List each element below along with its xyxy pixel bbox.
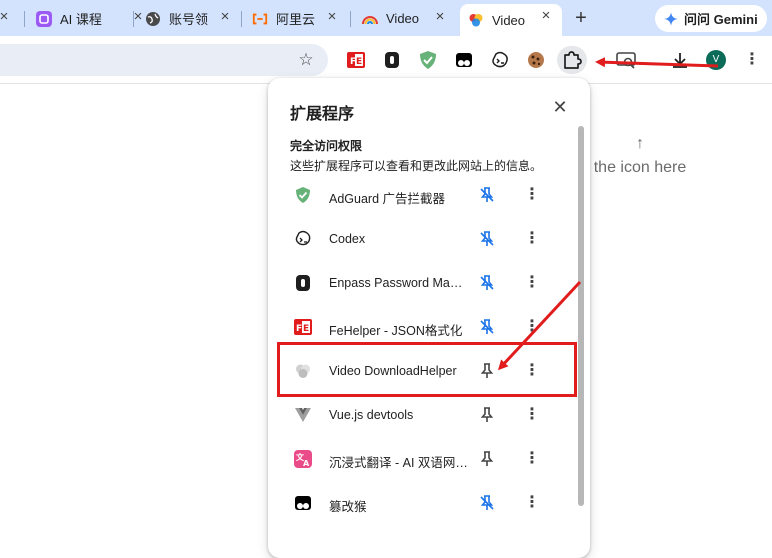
unpin-icon[interactable]: [478, 274, 496, 292]
extension-name: FeHelper - JSON格式化: [329, 324, 463, 338]
tab-ai-course[interactable]: AI 课程 ×: [36, 5, 154, 32]
tab-close-icon[interactable]: ×: [432, 9, 448, 25]
panel-title: 扩展程序: [290, 106, 355, 123]
extension-name: AdGuard 广告拦截器: [329, 192, 446, 206]
codex-icon: [295, 230, 311, 246]
extensions-panel: 扩展程序 ✕ 完全访问权限 这些扩展程序可以查看和更改此网站上的信息。 AdGu…: [268, 78, 590, 558]
tab-close-icon[interactable]: ×: [0, 9, 12, 25]
gemini-icon: [664, 11, 678, 26]
page-hint-text: the icon here: [593, 159, 687, 176]
new-tab-button[interactable]: +: [571, 8, 591, 29]
puzzle-icon: [564, 51, 582, 69]
unpin-icon[interactable]: [478, 494, 496, 512]
tab-label: Video: [492, 12, 526, 28]
tab-close-icon[interactable]: ×: [217, 9, 233, 25]
pin-icon[interactable]: [478, 406, 496, 424]
tab-label: Video: [386, 11, 420, 26]
address-bar[interactable]: [0, 44, 328, 76]
extensions-puzzle-button[interactable]: [557, 46, 587, 74]
bookmark-star-icon[interactable]: ☆: [296, 50, 316, 70]
extension-name: Codex: [329, 232, 366, 246]
extension-name: 篡改猴: [329, 500, 367, 514]
tab-account[interactable]: 账号领 ×: [145, 5, 241, 32]
section-title: 完全访问权限: [290, 139, 363, 153]
more-options-icon[interactable]: ⋮: [524, 316, 540, 338]
svg-text:F: F: [296, 324, 302, 334]
tab-close-icon[interactable]: ×: [324, 9, 340, 25]
extension-name: Vue.js devtools: [329, 408, 414, 422]
svg-text:E: E: [303, 324, 309, 334]
more-options-icon[interactable]: ⋮: [524, 404, 540, 426]
adguard-icon[interactable]: [418, 50, 438, 70]
section-description: 这些扩展程序可以查看和更改此网站上的信息。: [290, 159, 543, 173]
aliyun-icon: [252, 11, 268, 27]
more-options-icon[interactable]: ⋮: [524, 272, 540, 294]
more-options-icon[interactable]: ⋮: [524, 228, 540, 250]
ai-course-icon: [36, 10, 52, 27]
more-options-icon[interactable]: ⋮: [524, 184, 540, 206]
cookie-icon[interactable]: [526, 50, 546, 70]
more-options-icon[interactable]: ⋮: [524, 492, 540, 514]
extension-row-immersive-translate[interactable]: 文A 沉浸式翻译 - AI 双语网页翻译 ⋮: [278, 438, 568, 482]
extension-row-tampermonkey[interactable]: 篡改猴 ⋮: [278, 482, 568, 526]
tab-partial[interactable]: ×: [0, 5, 18, 32]
extension-name: Enpass Password Manager: [329, 276, 469, 290]
close-icon[interactable]: ✕: [551, 98, 569, 116]
tab-aliyun[interactable]: 阿里云 ×: [252, 5, 348, 32]
unpin-icon[interactable]: [478, 318, 496, 336]
svg-text:A: A: [303, 459, 310, 468]
unpin-icon[interactable]: [478, 186, 496, 204]
extension-row-vue-devtools[interactable]: Vue.js devtools ⋮: [278, 394, 568, 438]
tab-video-active[interactable]: Video ×: [460, 4, 562, 36]
tab-close-icon[interactable]: ×: [538, 8, 554, 24]
fehelper-icon[interactable]: FE: [346, 50, 366, 70]
panel-scrollbar[interactable]: [578, 126, 584, 506]
enpass-icon[interactable]: [382, 50, 402, 70]
tab-video-1[interactable]: Video ×: [362, 5, 456, 32]
svg-text:E: E: [356, 57, 362, 67]
tab-search-icon[interactable]: [615, 50, 636, 70]
tampermonkey-icon: [295, 496, 311, 510]
video-downloadhelper-icon: [468, 12, 484, 28]
globe-icon: [145, 11, 161, 27]
pin-icon[interactable]: [478, 450, 496, 468]
page-hint: ↑ the icon here: [590, 135, 690, 177]
fehelper-icon: FE: [294, 319, 312, 335]
profile-avatar[interactable]: V: [706, 50, 726, 70]
vue-icon: [295, 408, 311, 422]
rainbow-icon: [362, 11, 378, 27]
tab-label: 阿里云: [276, 12, 316, 27]
extension-row-codex[interactable]: Codex ⋮: [278, 218, 568, 262]
download-icon[interactable]: [670, 50, 690, 70]
chrome-menu-icon[interactable]: ⋮: [744, 50, 760, 70]
tab-label: AI 课程: [60, 12, 102, 27]
tab-strip: × AI 课程 × 账号领 × 阿里云 × Video × Video × + …: [0, 0, 772, 36]
tampermonkey-icon[interactable]: [454, 50, 474, 70]
tab-label: 账号领: [169, 12, 209, 27]
extension-row-adguard[interactable]: AdGuard 广告拦截器 ⋮: [278, 174, 568, 218]
enpass-icon: [296, 275, 310, 291]
codex-icon[interactable]: [490, 50, 510, 70]
adguard-icon: [296, 187, 310, 203]
gemini-label: 问问 Gemini: [684, 12, 758, 27]
more-options-icon[interactable]: ⋮: [524, 448, 540, 470]
extension-name: 沉浸式翻译 - AI 双语网页翻译: [329, 456, 469, 470]
extension-row-enpass[interactable]: Enpass Password Manager ⋮: [278, 262, 568, 306]
arrow-up-icon: ↑: [636, 135, 644, 152]
toolbar: ☆ FE V ⋮: [0, 36, 772, 84]
unpin-icon[interactable]: [478, 230, 496, 248]
immersive-translate-icon: 文A: [294, 450, 312, 468]
annotation-highlight-box: [277, 342, 577, 397]
gemini-button[interactable]: 问问 Gemini: [655, 5, 767, 32]
